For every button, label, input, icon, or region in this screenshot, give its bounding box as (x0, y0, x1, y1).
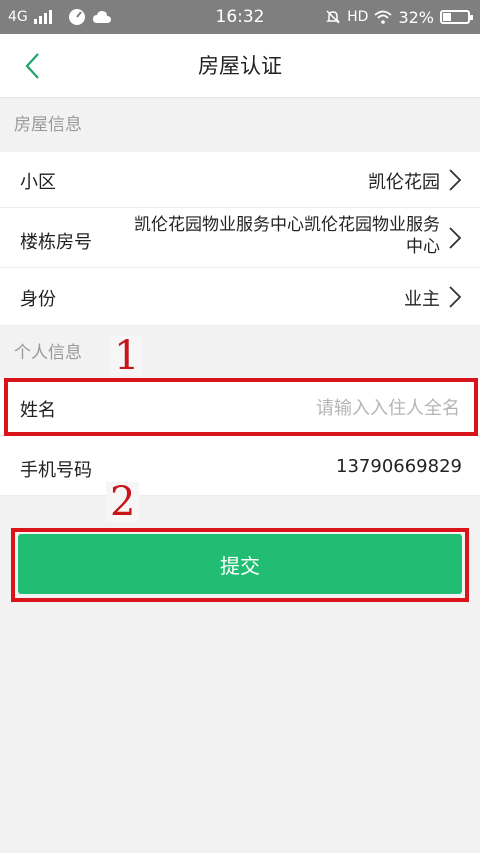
row-building-room[interactable]: 楼栋房号 凯伦花园物业服务中心凯伦花园物业服务 中心 (0, 208, 480, 268)
building-room-value-line1: 凯伦花园物业服务中心凯伦花园物业服务 (134, 215, 440, 235)
battery-icon (440, 10, 473, 24)
house-section-header: 房屋信息 (14, 115, 82, 135)
row-community[interactable]: 小区 凯伦花园 (0, 152, 480, 208)
chevron-right-icon (449, 286, 462, 308)
identity-value: 业主 (404, 289, 440, 310)
building-room-label: 楼栋房号 (20, 232, 92, 253)
page-title: 房屋认证 (198, 54, 282, 78)
chevron-right-icon (449, 169, 462, 191)
annotation-marker-2: 2 (106, 482, 140, 522)
name-input[interactable] (200, 392, 460, 424)
battery-percent: 32% (398, 7, 434, 27)
phone-label: 手机号码 (20, 460, 92, 481)
annotation-marker-1: 1 (110, 336, 144, 376)
community-value: 凯伦花园 (368, 172, 440, 193)
identity-label: 身份 (20, 289, 56, 310)
status-right: HD 32% (325, 0, 473, 34)
back-button[interactable] (14, 48, 50, 84)
building-room-value: 凯伦花园物业服务中心凯伦花园物业服务 中心 (134, 214, 440, 258)
nav-bar: 房屋认证 (0, 34, 480, 98)
community-label: 小区 (20, 172, 56, 193)
chevron-left-icon (25, 53, 39, 79)
bell-muted-icon (326, 10, 340, 24)
submit-button[interactable]: 提交 (18, 534, 462, 594)
name-label: 姓名 (20, 400, 56, 421)
row-phone[interactable]: 手机号码 13790669829 (0, 436, 480, 496)
phone-value: 13790669829 (336, 456, 462, 477)
row-identity[interactable]: 身份 业主 (0, 268, 480, 326)
status-bar: 4G 16:32 HD 32% (0, 0, 480, 34)
personal-section-header: 个人信息 (14, 343, 82, 363)
row-name[interactable]: 姓名 (0, 380, 480, 436)
hd-indicator: HD (347, 9, 369, 25)
building-room-value-line2: 中心 (406, 237, 440, 257)
chevron-right-icon (449, 227, 462, 249)
wifi-icon (374, 10, 393, 24)
